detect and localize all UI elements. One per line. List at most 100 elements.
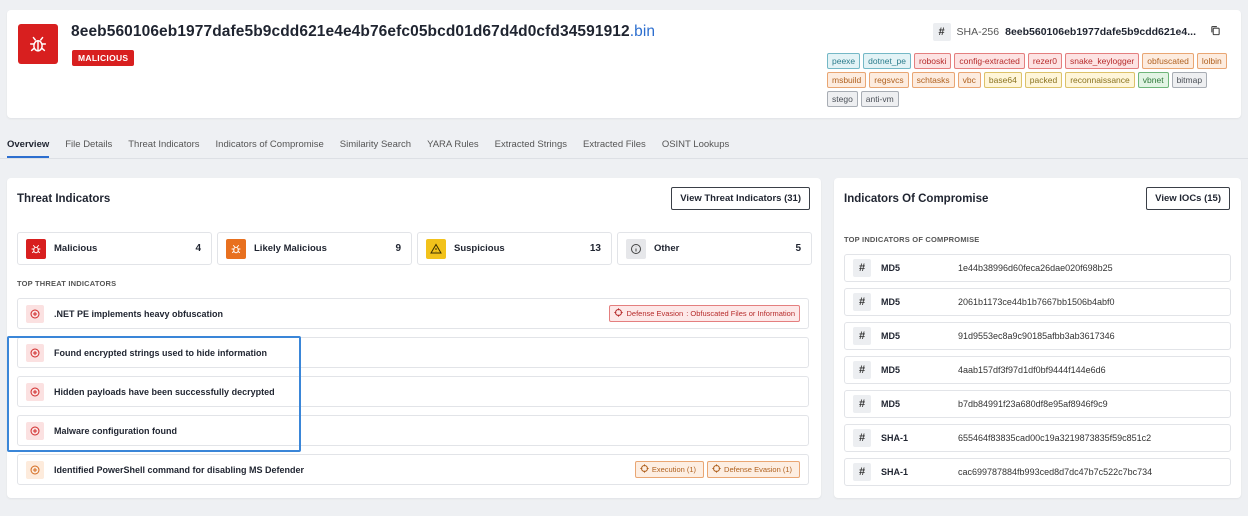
mitre-tag[interactable]: Defense Evasion (1) xyxy=(707,461,800,478)
tag-stego[interactable]: stego xyxy=(827,91,858,107)
ioc-row[interactable]: # MD5 2061b1173ce44b1b7667bb1506b4abf0 xyxy=(844,288,1231,316)
view-threat-indicators-button[interactable]: View Threat Indicators (31) xyxy=(671,187,810,210)
tag-regsvcs[interactable]: regsvcs xyxy=(869,72,909,88)
indicator-text: Hidden payloads have been successfully d… xyxy=(54,386,275,397)
indicator-icon xyxy=(26,343,44,362)
summary-suspicious[interactable]: Suspicious 13 xyxy=(417,232,612,265)
hash-icon: # xyxy=(853,327,871,345)
tab-overview[interactable]: Overview xyxy=(7,139,50,158)
summary-label: Likely Malicious xyxy=(254,243,327,254)
tab-extracted-files[interactable]: Extracted Files xyxy=(583,139,646,158)
summary-count: 9 xyxy=(395,243,401,254)
mitre-icon xyxy=(712,464,721,475)
tag-vbnet[interactable]: vbnet xyxy=(1137,72,1169,88)
summary-malicious[interactable]: Malicious 4 xyxy=(17,232,212,265)
tab-divider xyxy=(0,158,1248,159)
indicator-icon xyxy=(26,460,44,479)
tag-base64[interactable]: base64 xyxy=(983,72,1022,88)
threat-indicator-row[interactable]: Found encrypted strings used to hide inf… xyxy=(17,337,809,368)
summary-label: Malicious xyxy=(54,243,98,254)
mitre-tactic: Defense Evasion xyxy=(626,309,684,318)
file-name: 8eeb560106eb1977dafe5b9cdd621e4e4b76efc0… xyxy=(71,23,655,41)
tag-snake_keylogger[interactable]: snake_keylogger xyxy=(1064,53,1140,69)
hash-icon: # xyxy=(853,361,871,379)
tag-list: peexe dotnet_pe roboski config-extracted rez… xyxy=(827,53,1237,107)
ioc-type: MD5 xyxy=(881,297,901,307)
tab-similarity-search[interactable]: Similarity Search xyxy=(340,139,411,158)
info-icon xyxy=(626,238,646,259)
tag-anti-vm[interactable]: anti-vm xyxy=(860,91,899,107)
ioc-value: 655464f83835cad00c19a3219873835f59c851c2 xyxy=(958,433,1152,443)
verdict-badge: MALICIOUS xyxy=(72,50,135,66)
tag-vbc[interactable]: vbc xyxy=(957,72,981,88)
tag-bitmap[interactable]: bitmap xyxy=(1171,72,1208,88)
ioc-row[interactable]: # MD5 4aab157df3f97d1df0bf9444f144e6d6 xyxy=(844,356,1231,384)
summary-other[interactable]: Other 5 xyxy=(617,232,812,265)
ioc-row[interactable]: # SHA-1 655464f83835cad00c19a3219873835f59… xyxy=(844,424,1231,452)
ioc-row[interactable]: # MD5 1e44b38996d60feca26dae020f698b25 xyxy=(844,254,1231,282)
threat-card-title: Threat Indicators xyxy=(17,193,111,205)
ioc-value: 91d9553ec8a9c90185afbb3ab3617346 xyxy=(958,331,1115,341)
tab-threat-indicators[interactable]: Threat Indicators xyxy=(128,139,199,158)
threat-indicator-row[interactable]: Hidden payloads have been successfully d… xyxy=(17,376,809,407)
ioc-row[interactable]: # MD5 b7db84991f23a680df8e95af8946f9c9 xyxy=(844,390,1231,418)
file-extension: .bin xyxy=(629,23,656,40)
ioc-value: cac699787884fb993ced8d7dc47b7c522c7bc734 xyxy=(958,467,1153,477)
view-iocs-button[interactable]: View IOCs (15) xyxy=(1146,187,1230,210)
summary-count: 4 xyxy=(195,243,201,254)
tab-yara-rules[interactable]: YARA Rules xyxy=(427,139,479,158)
bug-icon xyxy=(18,24,58,64)
ioc-value: 1e44b38996d60feca26dae020f698b25 xyxy=(958,263,1113,273)
hash-summary: # SHA-256 8eeb560106eb1977dafe5b9cdd621e… xyxy=(932,23,1222,41)
tag-lolbin[interactable]: lolbin xyxy=(1196,53,1227,69)
hash-icon: # xyxy=(853,259,871,277)
tag-packed[interactable]: packed xyxy=(1024,72,1063,88)
hash-value: 8eeb560106eb1977dafe5b9cdd621e4... xyxy=(1005,26,1196,38)
indicator-text: Identified PowerShell command for disabl… xyxy=(54,464,305,475)
mitre-tag[interactable]: Execution (1) xyxy=(634,461,705,478)
file-header: 8eeb560106eb1977dafe5b9cdd621e4e4b76efc0… xyxy=(7,10,1241,118)
ioc-value: 2061b1173ce44b1b7667bb1506b4abf0 xyxy=(958,297,1115,307)
tag-config-extracted[interactable]: config-extracted xyxy=(954,53,1025,69)
indicator-text: .NET PE implements heavy obfuscation xyxy=(54,308,224,319)
tab-indicators-of-compromise[interactable]: Indicators of Compromise xyxy=(216,139,324,158)
tab-file-details[interactable]: File Details xyxy=(65,139,112,158)
mitre-tactic: Execution (1) xyxy=(651,465,697,474)
tag-reconnaissance[interactable]: reconnaissance xyxy=(1065,72,1135,88)
summary-label: Other xyxy=(654,243,680,254)
ioc-row[interactable]: # MD5 91d9553ec8a9c90185afbb3ab3617346 xyxy=(844,322,1231,350)
ioc-type: SHA-1 xyxy=(881,467,909,477)
indicator-text: Found encrypted strings used to hide inf… xyxy=(54,347,268,358)
summary-likely-malicious[interactable]: Likely Malicious 9 xyxy=(217,232,412,265)
threat-indicators-card: Threat Indicators View Threat Indicators… xyxy=(7,178,821,498)
indicator-icon xyxy=(26,382,44,401)
ioc-type: SHA-1 xyxy=(881,433,909,443)
threat-indicator-row[interactable]: .NET PE implements heavy obfuscation Defe… xyxy=(17,298,809,329)
mitre-icon xyxy=(640,464,649,475)
ioc-value: 4aab157df3f97d1df0bf9444f144e6d6 xyxy=(958,365,1106,375)
tab-osint-lookups[interactable]: OSINT Lookups xyxy=(662,139,729,158)
top-iocs-label: TOP INDICATORS OF COMPROMISE xyxy=(844,235,980,244)
tag-rezer0[interactable]: rezer0 xyxy=(1027,53,1062,69)
summary-count: 13 xyxy=(589,243,601,254)
indicator-icon xyxy=(26,421,44,440)
tag-peexe[interactable]: peexe xyxy=(827,53,861,69)
tag-schtasks[interactable]: schtasks xyxy=(911,72,955,88)
threat-summary: Malicious 4 Likely Malicious 9 Suspicious 13 O… xyxy=(17,232,812,265)
hash-icon: # xyxy=(853,293,871,311)
tag-obfuscated[interactable]: obfuscated xyxy=(1142,53,1194,69)
hash-icon: # xyxy=(853,463,871,481)
tab-extracted-strings[interactable]: Extracted Strings xyxy=(495,139,567,158)
tab-bar: Overview File Details Threat Indicators Ind… xyxy=(7,139,729,158)
ioc-type: MD5 xyxy=(881,331,901,341)
tag-roboski[interactable]: roboski xyxy=(914,53,952,69)
copy-icon[interactable] xyxy=(1210,25,1221,39)
tag-msbuild[interactable]: msbuild xyxy=(827,72,867,88)
mitre-tag[interactable]: Defense Evasion: Obfuscated Files or Inf… xyxy=(609,305,800,322)
tag-dotnet_pe[interactable]: dotnet_pe xyxy=(863,53,911,69)
indicator-text: Malware configuration found xyxy=(54,425,177,436)
threat-indicator-row[interactable]: Identified PowerShell command for disabl… xyxy=(17,454,809,485)
threat-indicator-row[interactable]: Malware configuration found xyxy=(17,415,809,446)
mitre-icon xyxy=(614,308,624,319)
ioc-row[interactable]: # SHA-1 cac699787884fb993ced8d7dc47b7c522c… xyxy=(844,458,1231,486)
